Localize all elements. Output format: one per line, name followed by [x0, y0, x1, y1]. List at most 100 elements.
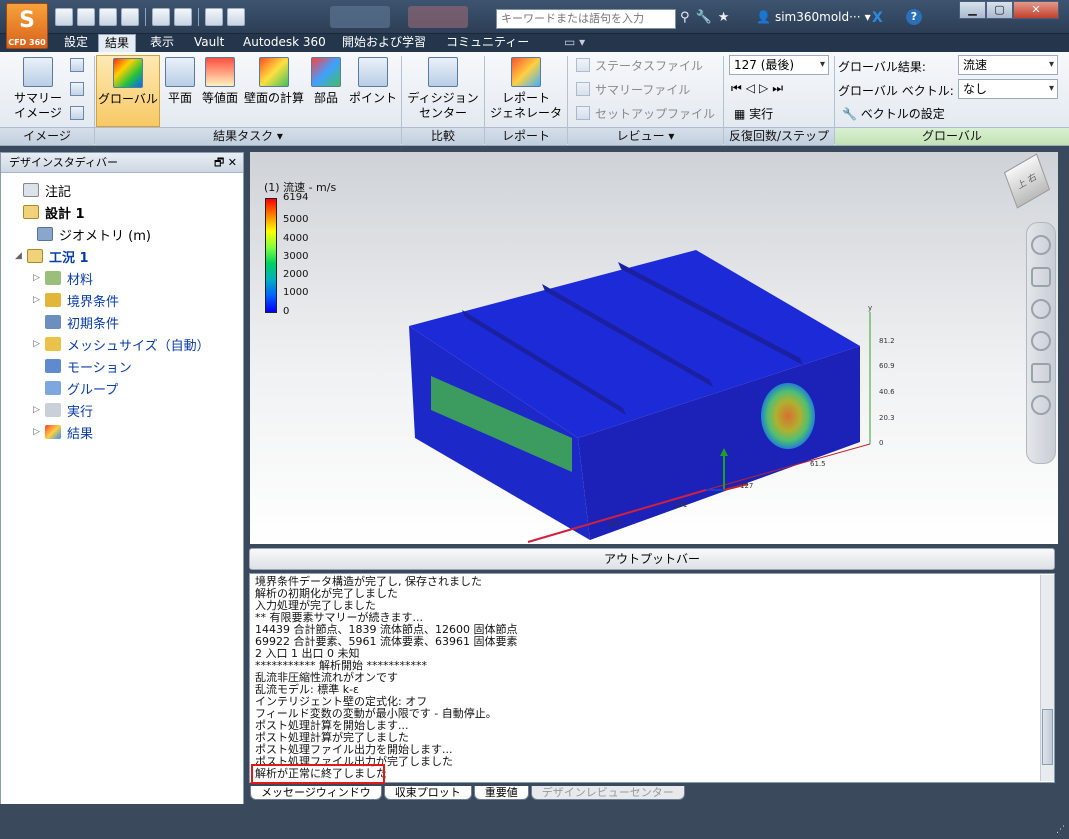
tree-item-notes[interactable]: 注記: [11, 179, 210, 201]
close-button[interactable]: ✕: [1013, 1, 1059, 19]
summary-image-button[interactable]: サマリー イメージ: [8, 55, 68, 127]
tree-item-mesh-size[interactable]: ▷ メッシュサイズ（自動）: [11, 333, 210, 355]
tab-message-window[interactable]: メッセージウィンドウ: [250, 786, 382, 800]
collapsed-icon[interactable]: ▷: [33, 427, 45, 437]
orbit-icon[interactable]: [1031, 331, 1051, 351]
panel-icon[interactable]: [205, 8, 223, 26]
binoculars-icon[interactable]: ⚲: [680, 10, 690, 25]
save-icon[interactable]: [99, 8, 117, 26]
tree-item-motion[interactable]: モーション: [11, 355, 210, 377]
collapsed-icon[interactable]: ▷: [33, 273, 45, 283]
tree-label: 結果: [67, 426, 94, 442]
wrench-icon[interactable]: 🔧: [696, 10, 712, 25]
tree-item-run[interactable]: ▷ 実行: [11, 399, 210, 421]
user-icon: 👤: [756, 10, 771, 24]
ribbon-options-icon[interactable]: ▭ ▾: [558, 34, 591, 52]
status-file-link[interactable]: ステータスファイル: [595, 57, 703, 74]
tab-critical-values[interactable]: 重要値: [473, 786, 529, 800]
cube-view-icon[interactable]: [174, 8, 192, 26]
plane-icon: [165, 57, 195, 87]
graphics-viewport[interactable]: (1) 流速 - m/s 6194 5000 4000 3000 2000 10…: [250, 152, 1058, 544]
tab-results[interactable]: 結果: [98, 34, 137, 52]
search-input[interactable]: [496, 9, 676, 29]
tree-item-boundary-conditions[interactable]: ▷ 境界条件: [11, 289, 210, 311]
resize-grip-icon[interactable]: ⋰: [1056, 825, 1065, 835]
tree-item-geometry[interactable]: ジオメトリ (m): [11, 223, 210, 245]
maximize-button[interactable]: ▢: [986, 1, 1013, 19]
global-vector-select[interactable]: なし: [958, 79, 1058, 99]
scrollbar-thumb[interactable]: [1042, 709, 1053, 765]
exchange-icon[interactable]: X: [872, 10, 883, 26]
expanded-icon[interactable]: ◢: [15, 251, 27, 261]
fit-view-icon[interactable]: [1031, 363, 1051, 383]
model-render: [409, 250, 871, 543]
vector-settings-button[interactable]: 🔧 ベクトルの設定: [842, 105, 945, 122]
image-view-icon[interactable]: [70, 106, 84, 120]
user-account[interactable]: 👤 sim360mold··· ▾: [756, 10, 871, 24]
save-all-icon[interactable]: [121, 8, 139, 26]
star-icon[interactable]: ★: [718, 10, 730, 25]
parts-icon: [311, 57, 341, 87]
report-generator-button[interactable]: レポート ジェネレータ: [486, 55, 566, 127]
chevron-down-icon: ▾: [864, 10, 871, 24]
boundary-conditions-icon: [45, 293, 61, 307]
tab-getting-started[interactable]: 開始および学習: [336, 34, 432, 52]
tree-item-design1[interactable]: 設計 1: [11, 201, 210, 223]
collapsed-icon[interactable]: ▷: [33, 339, 45, 349]
tree-item-scenario1[interactable]: ◢ 工況 1: [11, 245, 210, 267]
group-result-tasks-label: 結果タスク ▾: [95, 127, 401, 145]
image-export-icon[interactable]: [70, 82, 84, 96]
wall-calc-button[interactable]: 壁面の計算: [242, 55, 306, 127]
tab-community[interactable]: コミュニティー: [440, 34, 535, 52]
pan-hand-icon[interactable]: [1031, 267, 1051, 287]
tab-convergence-plot[interactable]: 収束プロット: [383, 786, 472, 800]
global-label: グローバル: [98, 92, 158, 106]
tree-label: 初期条件: [67, 316, 120, 332]
group-report-label: レポート: [485, 127, 567, 145]
wall-calc-icon: [259, 57, 289, 87]
step-navigation-icons[interactable]: ⏮◁▷⏭: [731, 81, 787, 96]
new-file-icon[interactable]: [55, 8, 73, 26]
axis-tick: 191: [674, 501, 688, 509]
layout-icon[interactable]: [227, 8, 245, 26]
tree-item-groups[interactable]: グループ: [11, 377, 210, 399]
center-icon[interactable]: [1031, 395, 1051, 415]
help-icon[interactable]: ?: [906, 9, 922, 25]
float-icon[interactable]: 🗗: [214, 156, 224, 169]
output-message-window[interactable]: 境界条件データ構造が完了し, 保存されました 解析の初期化が完了しました 入力処…: [249, 573, 1055, 783]
isosurface-button[interactable]: 等値面: [200, 55, 240, 127]
iteration-select[interactable]: 127 (最後): [729, 55, 829, 75]
blurred-title-region: [330, 6, 390, 28]
tab-settings[interactable]: 設定: [58, 34, 94, 52]
global-button[interactable]: グローバル: [96, 55, 160, 127]
decision-center-button[interactable]: ディシジョン センター: [403, 55, 483, 127]
plane-button[interactable]: 平面: [162, 55, 198, 127]
wall-calc-label: 壁面の計算: [243, 91, 304, 105]
point-button[interactable]: ポイント: [346, 55, 400, 127]
summary-file-link[interactable]: サマリーファイル: [595, 81, 690, 98]
tab-design-review-center[interactable]: デザインレビューセンター: [530, 786, 685, 800]
output-scrollbar[interactable]: [1040, 575, 1054, 781]
outlet-face: [761, 383, 815, 449]
app-logo[interactable]: S CFD 360: [6, 3, 48, 49]
collapsed-icon[interactable]: ▷: [33, 405, 45, 415]
open-folder-icon[interactable]: [77, 8, 95, 26]
run-button[interactable]: ▦ 実行: [734, 105, 773, 122]
minimize-button[interactable]: ▁: [959, 1, 986, 19]
tree-item-results[interactable]: ▷ 結果: [11, 421, 210, 443]
zoom-icon[interactable]: [1031, 299, 1051, 319]
close-icon[interactable]: ✕: [228, 156, 237, 169]
tree-item-initial-conditions[interactable]: 初期条件: [11, 311, 210, 333]
select-icon[interactable]: [152, 8, 170, 26]
parts-button[interactable]: 部品: [308, 55, 344, 127]
steering-wheel-icon[interactable]: [1031, 235, 1051, 255]
tab-vault[interactable]: Vault: [188, 34, 230, 52]
image-copy-icon[interactable]: [70, 58, 84, 72]
output-bar-header[interactable]: アウトプットバー: [249, 548, 1055, 570]
global-result-select[interactable]: 流速: [958, 55, 1058, 75]
collapsed-icon[interactable]: ▷: [33, 295, 45, 305]
tree-item-materials[interactable]: ▷ 材料: [11, 267, 210, 289]
tab-view[interactable]: 表示: [144, 34, 180, 52]
setup-file-link[interactable]: セットアップファイル: [595, 105, 715, 122]
tab-autodesk360[interactable]: Autodesk 360: [237, 34, 332, 52]
